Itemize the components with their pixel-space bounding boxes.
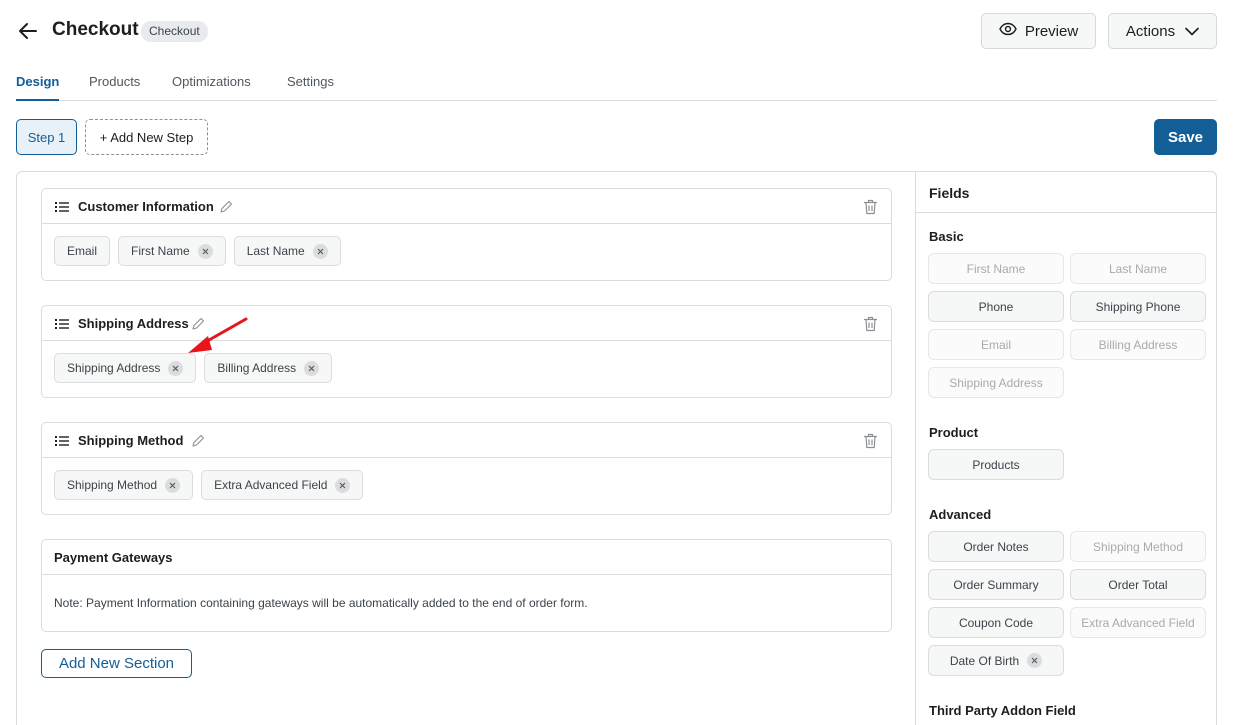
remove-field-icon[interactable] xyxy=(168,360,184,376)
chip-label: Billing Address xyxy=(217,361,297,375)
group-title-third-party: Third Party Addon Field xyxy=(929,703,1076,718)
field-chip-billing-address[interactable]: Billing Address xyxy=(204,353,333,383)
section-title: Shipping Method xyxy=(78,433,184,448)
pencil-icon[interactable] xyxy=(191,434,205,448)
tab-optimizations[interactable]: Optimizations xyxy=(172,74,251,101)
field-option-last-name: Last Name xyxy=(1070,253,1206,284)
chip-label: Extra Advanced Field xyxy=(214,478,328,492)
field-chip-last-name[interactable]: Last Name xyxy=(233,236,341,266)
save-button[interactable]: Save xyxy=(1154,119,1217,155)
section-header: Shipping Method xyxy=(42,423,891,458)
section-header: Shipping Address xyxy=(42,306,891,341)
pencil-icon[interactable] xyxy=(191,317,205,331)
field-option-email: Email xyxy=(928,329,1064,360)
section-title: Shipping Address xyxy=(78,316,189,331)
drag-handle-icon[interactable] xyxy=(55,200,69,214)
tab-design[interactable]: Design xyxy=(16,74,60,101)
trash-icon[interactable] xyxy=(863,316,878,332)
remove-field-icon[interactable] xyxy=(312,243,328,259)
back-arrow-icon[interactable] xyxy=(16,19,40,43)
remove-field-icon[interactable] xyxy=(197,243,213,259)
add-new-step-button[interactable]: + Add New Step xyxy=(85,119,208,155)
add-new-section-button[interactable]: Add New Section xyxy=(41,649,192,678)
field-option-order-notes[interactable]: Order Notes xyxy=(928,531,1064,562)
page-title: Checkout xyxy=(52,19,139,40)
field-chip-email[interactable]: Email xyxy=(54,236,111,266)
preview-label: Preview xyxy=(1024,22,1079,40)
step-1-button[interactable]: Step 1 xyxy=(16,119,77,155)
field-option-date-of-birth[interactable]: Date Of Birth xyxy=(928,645,1064,676)
fields-header-divider xyxy=(916,212,1217,213)
group-title-product: Product xyxy=(929,425,979,440)
preview-button[interactable]: Preview xyxy=(981,13,1096,49)
field-option-shipping-address: Shipping Address xyxy=(928,367,1064,398)
field-option-products[interactable]: Products xyxy=(928,449,1064,480)
section-title: Payment Gateways xyxy=(54,550,173,565)
actions-label: Actions xyxy=(1125,22,1176,40)
chip-label: Email xyxy=(67,244,98,258)
field-chip-first-name[interactable]: First Name xyxy=(118,236,226,266)
group-title-basic: Basic xyxy=(929,229,964,244)
chip-label: Date Of Birth xyxy=(949,653,1020,668)
section-fields: Shipping Method Extra Advanced Field xyxy=(42,458,891,514)
field-chip-extra-advanced-field[interactable]: Extra Advanced Field xyxy=(201,470,364,500)
page-header: Checkout Checkout Preview Actions xyxy=(16,13,1217,49)
section-header: Customer Information xyxy=(42,189,891,224)
drag-handle-icon[interactable] xyxy=(55,317,69,331)
field-option-shipping-method: Shipping Method xyxy=(1070,531,1206,562)
section-shipping-method: Shipping Method Shipping Method Extra Ad… xyxy=(41,422,892,515)
section-fields: Shipping Address Billing Address xyxy=(42,341,891,397)
field-chip-shipping-address[interactable]: Shipping Address xyxy=(54,353,197,383)
chip-label: Shipping Method xyxy=(67,478,158,492)
remove-field-icon[interactable] xyxy=(335,477,351,493)
chevron-down-icon xyxy=(1185,23,1199,40)
field-option-order-summary[interactable]: Order Summary xyxy=(928,569,1064,600)
chip-label: First Name xyxy=(131,244,190,258)
trash-icon[interactable] xyxy=(863,199,878,215)
section-header: Payment Gateways xyxy=(42,540,891,575)
section-title: Customer Information xyxy=(78,199,214,214)
group-title-advanced: Advanced xyxy=(929,507,992,522)
sidebar-divider xyxy=(915,172,916,725)
remove-field-icon[interactable] xyxy=(1027,653,1043,668)
section-fields: Email First Name Last Name xyxy=(42,224,891,280)
remove-field-icon[interactable] xyxy=(165,477,181,493)
actions-dropdown-button[interactable]: Actions xyxy=(1108,13,1217,49)
tab-settings[interactable]: Settings xyxy=(287,74,334,101)
section-customer-information: Customer Information Email First Name La… xyxy=(41,188,892,281)
fields-panel-title: Fields xyxy=(929,185,970,201)
field-option-shipping-phone[interactable]: Shipping Phone xyxy=(1070,291,1206,322)
field-option-first-name: First Name xyxy=(928,253,1064,284)
form-builder-panel: Customer Information Email First Name La… xyxy=(16,171,1217,725)
field-option-billing-address: Billing Address xyxy=(1070,329,1206,360)
trash-icon[interactable] xyxy=(863,433,878,449)
tab-products[interactable]: Products xyxy=(89,74,140,101)
pencil-icon[interactable] xyxy=(219,200,233,214)
payment-note: Note: Payment Information containing gat… xyxy=(54,596,588,610)
page-type-badge: Checkout xyxy=(141,21,208,42)
drag-handle-icon[interactable] xyxy=(55,434,69,448)
field-option-phone[interactable]: Phone xyxy=(928,291,1064,322)
chip-label: Last Name xyxy=(246,244,305,258)
field-option-order-total[interactable]: Order Total xyxy=(1070,569,1206,600)
section-shipping-address: Shipping Address Shipping Address Billin… xyxy=(41,305,892,398)
section-payment-gateways: Payment Gateways Note: Payment Informati… xyxy=(41,539,892,632)
field-option-coupon-code[interactable]: Coupon Code xyxy=(928,607,1064,638)
tab-bar: Design Products Optimizations Settings xyxy=(16,74,1217,101)
field-option-extra-advanced-field: Extra Advanced Field xyxy=(1070,607,1206,638)
field-chip-shipping-method[interactable]: Shipping Method xyxy=(54,470,194,500)
eye-icon xyxy=(999,22,1017,40)
chip-label: Shipping Address xyxy=(67,361,161,375)
remove-field-icon[interactable] xyxy=(304,360,320,376)
